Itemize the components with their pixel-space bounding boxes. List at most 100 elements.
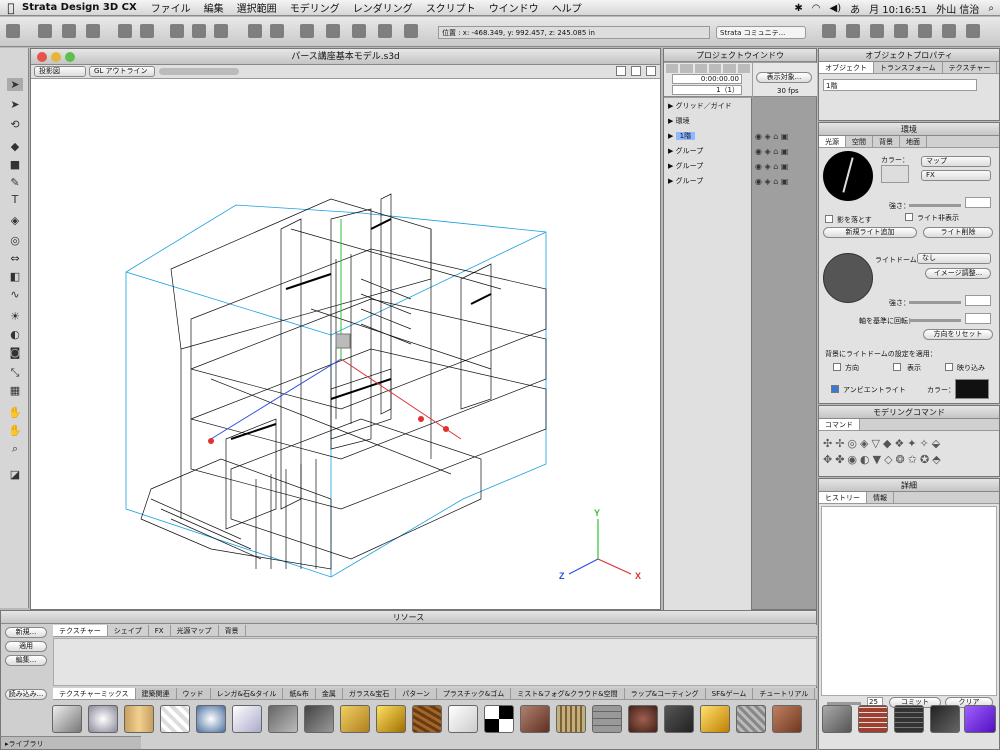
extrude-icon[interactable]: ◈ bbox=[7, 214, 23, 227]
pen-icon[interactable]: ✎ bbox=[7, 176, 23, 189]
dome-intensity-field[interactable] bbox=[965, 295, 991, 306]
texture-swatch[interactable] bbox=[304, 705, 334, 733]
category-tab[interactable]: ウッド bbox=[177, 688, 211, 699]
tab-ground[interactable]: 地面 bbox=[900, 136, 927, 147]
command-icon[interactable]: ✥✤◉◐▼◇❂✩✪⬘ bbox=[823, 453, 944, 466]
texture-swatch[interactable] bbox=[930, 705, 960, 733]
tab-backdrop[interactable]: 背景 bbox=[219, 625, 246, 636]
texture-swatch[interactable] bbox=[520, 705, 550, 733]
category-tab[interactable]: パターン bbox=[396, 688, 437, 699]
texture-swatch[interactable] bbox=[894, 705, 924, 733]
close-icon[interactable] bbox=[37, 52, 47, 62]
resource-browser[interactable] bbox=[53, 638, 817, 686]
category-tab[interactable]: チュートリアル bbox=[753, 688, 816, 699]
mirror-icon[interactable]: ⇔ bbox=[7, 252, 23, 265]
fast-forward-icon[interactable] bbox=[737, 64, 750, 73]
render-icon[interactable] bbox=[6, 24, 20, 38]
view-toggle-c-icon[interactable] bbox=[646, 66, 656, 76]
project-window-titlebar[interactable]: プロジェクトウインドウ bbox=[664, 49, 816, 62]
category-tab[interactable]: レンガ&石&タイル bbox=[211, 688, 284, 699]
history-list[interactable] bbox=[821, 506, 997, 696]
category-tab[interactable]: 金属 bbox=[316, 688, 343, 699]
hand-icon[interactable]: ✋ bbox=[7, 406, 23, 419]
texture-swatch[interactable] bbox=[160, 705, 190, 733]
tab-object[interactable]: オブジェクト bbox=[819, 62, 874, 73]
edit-resource-button[interactable]: 編集... bbox=[5, 655, 47, 666]
eye-icon[interactable]: ◉ ◈ ⌂ ▣ bbox=[755, 144, 788, 159]
texture-swatch[interactable] bbox=[772, 705, 802, 733]
open-folder-icon[interactable] bbox=[62, 24, 76, 38]
display-checkbox[interactable] bbox=[893, 363, 901, 371]
zoom-icon[interactable]: ⌕ bbox=[7, 442, 23, 455]
object-name-field[interactable]: 1階 bbox=[823, 79, 977, 91]
texture-swatch[interactable] bbox=[736, 705, 766, 733]
texture-swatch[interactable] bbox=[412, 705, 442, 733]
intensity-slider[interactable] bbox=[909, 204, 961, 207]
cast-shadow-checkbox[interactable] bbox=[825, 215, 833, 223]
menu-rendering[interactable]: レンダリング bbox=[353, 0, 413, 15]
tab-commands[interactable]: コマンド bbox=[819, 419, 860, 430]
spot-light-icon[interactable]: ◐ bbox=[7, 328, 23, 341]
tool-e-icon[interactable] bbox=[918, 24, 932, 38]
texture-swatch[interactable] bbox=[592, 705, 622, 733]
command-icon[interactable]: ✣✢◎◈▽◆❖✦✧⬙ bbox=[823, 437, 943, 450]
map-dropdown[interactable]: マップ bbox=[921, 156, 991, 167]
view-slider[interactable] bbox=[159, 68, 239, 75]
text-tool-icon[interactable]: T bbox=[7, 193, 23, 206]
texture-swatch[interactable] bbox=[822, 705, 852, 733]
tree-item[interactable]: ▶ グループ bbox=[668, 176, 703, 186]
library-selector[interactable]: ▸ライブラリ bbox=[1, 736, 141, 749]
sub-select-icon[interactable]: ➤ bbox=[7, 98, 23, 111]
light-hidden-checkbox[interactable] bbox=[905, 213, 913, 221]
delete-light-button[interactable]: ライト削除 bbox=[923, 227, 993, 238]
axis-icon[interactable] bbox=[378, 24, 392, 38]
add-light-button[interactable]: 新規ライト追加 bbox=[823, 227, 917, 238]
render-region-icon[interactable]: ◪ bbox=[7, 468, 23, 481]
category-tab[interactable]: ガラス&宝石 bbox=[343, 688, 397, 699]
cut-icon[interactable] bbox=[170, 24, 184, 38]
tab-texture[interactable]: テクスチャー bbox=[943, 62, 998, 73]
step-forward-icon[interactable] bbox=[723, 64, 736, 73]
tab-light[interactable]: 光源 bbox=[819, 136, 846, 147]
fps-label[interactable]: 30 fps bbox=[777, 87, 799, 95]
tool-f-icon[interactable] bbox=[942, 24, 956, 38]
rotate-slider[interactable] bbox=[909, 319, 961, 322]
texture-swatch[interactable] bbox=[858, 705, 888, 733]
intensity-field[interactable] bbox=[965, 197, 991, 208]
fx-dropdown[interactable]: FX bbox=[921, 170, 991, 181]
light-color-swatch[interactable] bbox=[881, 165, 909, 183]
direction-checkbox[interactable] bbox=[833, 363, 841, 371]
tree-item[interactable]: ▶ グループ bbox=[668, 161, 703, 171]
texture-swatch[interactable] bbox=[556, 705, 586, 733]
community-dropdown[interactable]: Strata コミュニテ... bbox=[716, 26, 806, 39]
clock[interactable]: 月 10:16:51 bbox=[869, 1, 927, 16]
tab-transform[interactable]: トランスフォーム bbox=[874, 62, 943, 73]
category-tab[interactable]: プラスチック&ゴム bbox=[437, 688, 512, 699]
eye-icon[interactable]: ◉ ◈ ⌂ ▣ bbox=[755, 159, 788, 174]
light-bulb-icon[interactable]: ☀ bbox=[7, 310, 23, 323]
document-titlebar[interactable]: パース講座基本モデル.s3d bbox=[31, 49, 660, 65]
path-icon[interactable]: ∿ bbox=[7, 288, 23, 301]
texture-swatch[interactable] bbox=[124, 705, 154, 733]
reflection-checkbox[interactable] bbox=[945, 363, 953, 371]
ambient-color-swatch[interactable] bbox=[955, 379, 989, 399]
3d-viewport[interactable]: X Y Z bbox=[31, 79, 660, 609]
measure-icon[interactable]: ⤡ bbox=[7, 366, 23, 379]
center-icon[interactable] bbox=[352, 24, 366, 38]
tab-background[interactable]: 背景 bbox=[873, 136, 900, 147]
texture-swatch[interactable] bbox=[196, 705, 226, 733]
apply-resource-button[interactable]: 適用 bbox=[5, 641, 47, 652]
texture-swatch[interactable] bbox=[664, 705, 694, 733]
light-direction-sphere[interactable] bbox=[823, 151, 873, 201]
category-tab[interactable]: テクスチャーミックス bbox=[53, 688, 136, 699]
volume-icon[interactable]: ◀) bbox=[830, 3, 842, 14]
frame-field[interactable]: 1（1） bbox=[672, 85, 742, 95]
cube-icon[interactable]: ◆ bbox=[7, 140, 23, 153]
rewind-icon[interactable] bbox=[666, 64, 679, 73]
tab-texture[interactable]: テクスチャー bbox=[53, 625, 108, 636]
texture-swatch[interactable] bbox=[88, 705, 118, 733]
new-resource-button[interactable]: 新規... bbox=[5, 627, 47, 638]
tree-item[interactable]: ▶ グリッド／ガイド bbox=[668, 101, 732, 111]
rotate-field[interactable] bbox=[965, 313, 991, 324]
user-name[interactable]: 外山 信治 bbox=[936, 1, 979, 16]
